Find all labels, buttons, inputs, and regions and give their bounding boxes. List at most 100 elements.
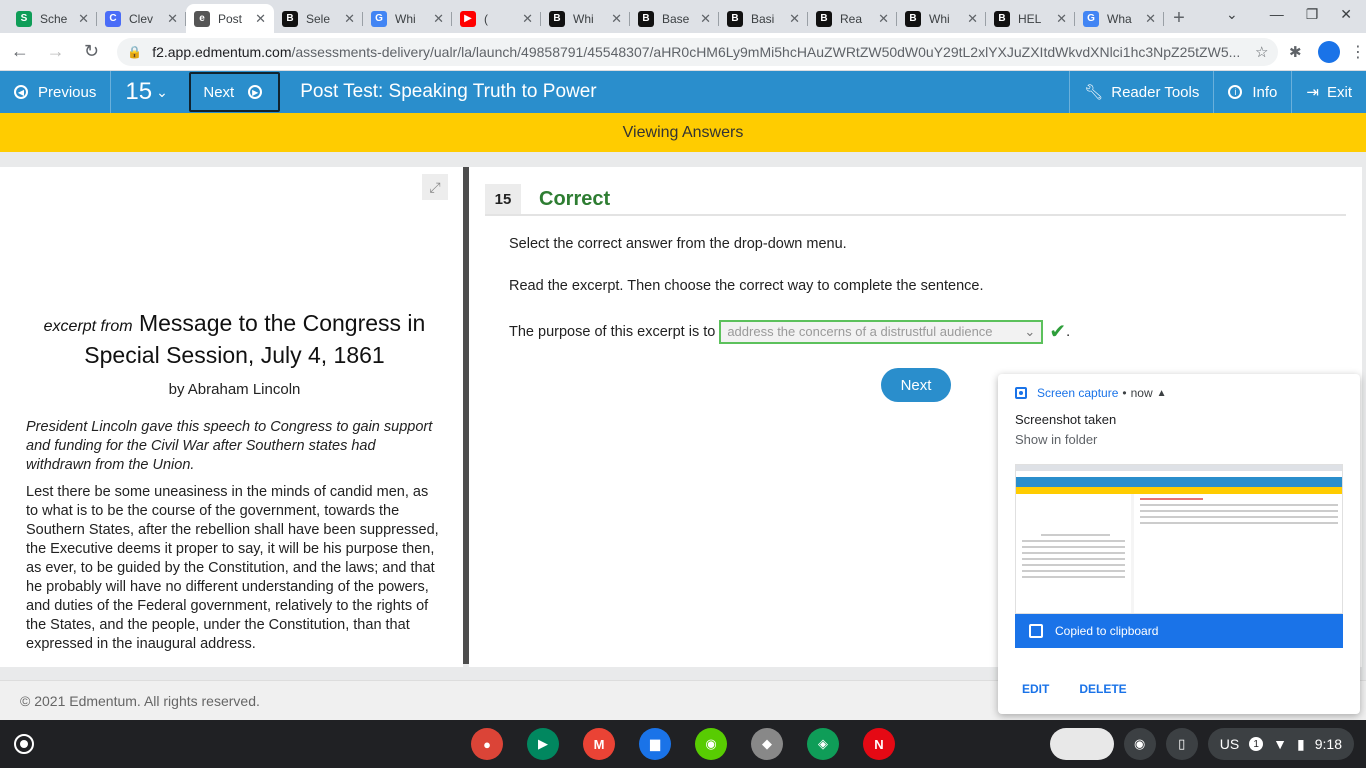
- chrome-menu-icon[interactable]: ⋮: [1350, 42, 1366, 62]
- shelf-app-play-store-icon[interactable]: ▶: [527, 728, 559, 760]
- shelf-app-files-icon[interactable]: ▆: [639, 728, 671, 760]
- phone-hub-icon[interactable]: ▯: [1165, 728, 1198, 760]
- info-button[interactable]: i Info: [1213, 71, 1291, 113]
- browser-tab[interactable]: C Clev ✕: [97, 4, 186, 33]
- tab-favicon-icon: C: [105, 10, 121, 27]
- browser-tab[interactable]: B Rea ✕: [808, 4, 897, 33]
- screenshot-holding-space[interactable]: [1049, 728, 1114, 760]
- tab-close-icon[interactable]: ✕: [255, 11, 266, 27]
- assessment-title: Post Test: Speaking Truth to Power: [300, 81, 597, 102]
- tab-favicon-icon: B: [638, 10, 654, 27]
- tab-close-icon[interactable]: ✕: [1145, 11, 1156, 27]
- address-bar[interactable]: 🔒 f2.app.edmentum.com/assessments-delive…: [117, 37, 1279, 66]
- screen-capture-icon: [1015, 387, 1027, 399]
- reload-icon[interactable]: ↻: [76, 41, 108, 62]
- forward-icon[interactable]: →: [40, 41, 72, 62]
- tab-search-icon[interactable]: ⌄: [1226, 6, 1238, 23]
- shelf-app-roblox-icon[interactable]: ◆: [751, 728, 783, 760]
- shelf-app-chrome-icon[interactable]: ●: [471, 728, 503, 760]
- browser-tab[interactable]: B Base ✕: [630, 4, 719, 33]
- tab-title: Sche: [40, 11, 68, 26]
- tab-close-icon[interactable]: ✕: [611, 11, 622, 27]
- exit-label: Exit: [1326, 83, 1352, 101]
- browser-tab[interactable]: B Whi ✕: [897, 4, 986, 33]
- tab-close-icon[interactable]: ✕: [167, 11, 178, 27]
- input-locale: US: [1219, 736, 1240, 752]
- next-question-button[interactable]: Next: [881, 368, 951, 402]
- clipboard-icon: [1029, 624, 1043, 638]
- tab-close-icon[interactable]: ✕: [878, 11, 889, 27]
- close-window-icon[interactable]: ✕: [1340, 6, 1352, 23]
- tab-title: (: [484, 11, 488, 26]
- tab-favicon-icon: G: [371, 10, 387, 27]
- tab-close-icon[interactable]: ✕: [700, 11, 711, 27]
- tab-close-icon[interactable]: ✕: [789, 11, 800, 27]
- browser-tab[interactable]: G Whi ✕: [363, 4, 452, 33]
- exit-button[interactable]: ⇥ Exit: [1291, 71, 1366, 113]
- browser-tab[interactable]: B Sele ✕: [274, 4, 363, 33]
- notification-count: 1: [1249, 737, 1264, 751]
- tab-title: Whi: [395, 11, 416, 26]
- answer-sentence: The purpose of this excerpt is to addres…: [509, 319, 1070, 344]
- clock: 9:18: [1314, 736, 1342, 752]
- question-number-badge: 15: [485, 184, 521, 214]
- browser-tab[interactable]: e Post ✕: [186, 4, 274, 33]
- browser-tab[interactable]: B Basi ✕: [719, 4, 808, 33]
- passage-panel: ⤢ excerpt from Message to the Congress i…: [0, 167, 463, 667]
- question-number-dropdown[interactable]: 15 ⌄: [111, 71, 189, 113]
- notification-time: now: [1130, 386, 1153, 400]
- media-controls-icon[interactable]: ◉: [1123, 728, 1156, 760]
- new-tab-button[interactable]: +: [1164, 4, 1194, 33]
- tab-close-icon[interactable]: ✕: [78, 11, 89, 27]
- profile-avatar[interactable]: [1318, 40, 1340, 63]
- shelf-app-sheets-app-icon[interactable]: ◈: [807, 728, 839, 760]
- answer-dropdown[interactable]: address the concerns of a distrustful au…: [719, 319, 1044, 344]
- status-area[interactable]: US 1 ▼ ▮ 9:18: [1207, 728, 1354, 760]
- tab-close-icon[interactable]: ✕: [344, 11, 355, 27]
- battery-icon: ▮: [1297, 735, 1305, 752]
- tab-close-icon[interactable]: ✕: [522, 11, 533, 27]
- tab-favicon-icon: B: [905, 10, 921, 27]
- extensions-icon[interactable]: ✱: [1278, 43, 1312, 61]
- chevron-up-icon[interactable]: ▲: [1157, 388, 1167, 399]
- expand-icon[interactable]: ⤢: [422, 174, 448, 200]
- url-text: f2.app.edmentum.com/assessments-delivery…: [152, 43, 1241, 60]
- browser-tab[interactable]: ▶ (✕: [452, 4, 541, 33]
- clipboard-text: Copied to clipboard: [1055, 624, 1159, 638]
- delete-button[interactable]: DELETE: [1079, 682, 1126, 696]
- show-in-folder-link[interactable]: Show in folder: [1015, 432, 1097, 447]
- back-icon[interactable]: ←: [4, 41, 36, 62]
- tab-title: HEL: [1018, 11, 1042, 26]
- shelf-app-gmail-icon[interactable]: M: [583, 728, 615, 760]
- shelf-app-netflix-icon[interactable]: N: [863, 728, 895, 760]
- lock-icon[interactable]: 🔒: [127, 45, 142, 59]
- bookmark-star-icon[interactable]: ☆: [1255, 43, 1268, 61]
- tab-close-icon[interactable]: ✕: [967, 11, 978, 27]
- tab-close-icon[interactable]: ✕: [1056, 11, 1067, 27]
- question-number: 15: [125, 78, 153, 105]
- minimize-icon[interactable]: —: [1270, 6, 1284, 23]
- tab-title: Base: [662, 11, 690, 26]
- screenshot-thumbnail[interactable]: [1015, 464, 1343, 614]
- tab-title: Clev: [129, 11, 154, 26]
- passage-title-text: Message to the Congress in Special Sessi…: [84, 310, 426, 368]
- separator-dot: •: [1122, 386, 1127, 400]
- browser-tab[interactable]: G Wha ✕: [1075, 4, 1164, 33]
- restore-icon[interactable]: ❐: [1306, 6, 1319, 23]
- next-button[interactable]: Next ▶: [189, 72, 281, 112]
- edit-button[interactable]: EDIT: [1022, 682, 1049, 696]
- screen-capture-notification[interactable]: Screen capture • now ▲ Screenshot taken …: [998, 374, 1360, 714]
- previous-button[interactable]: ◀ Previous: [0, 71, 112, 113]
- browser-tab[interactable]: S Sche ✕: [8, 4, 97, 33]
- tab-favicon-icon: B: [282, 10, 298, 27]
- browser-tab[interactable]: B Whi ✕: [541, 4, 630, 33]
- banner-text: Viewing Answers: [622, 123, 744, 141]
- browser-tab[interactable]: B HEL ✕: [986, 4, 1075, 33]
- reader-tools-button[interactable]: 🔧︎ Reader Tools: [1069, 71, 1213, 113]
- reader-tools-label: Reader Tools: [1111, 83, 1200, 101]
- chevron-down-icon: ⌄: [1024, 323, 1036, 339]
- launcher-icon[interactable]: [14, 734, 34, 754]
- info-icon: i: [1228, 85, 1243, 99]
- tab-close-icon[interactable]: ✕: [433, 11, 444, 27]
- shelf-app-duolingo-icon[interactable]: ◉: [695, 728, 727, 760]
